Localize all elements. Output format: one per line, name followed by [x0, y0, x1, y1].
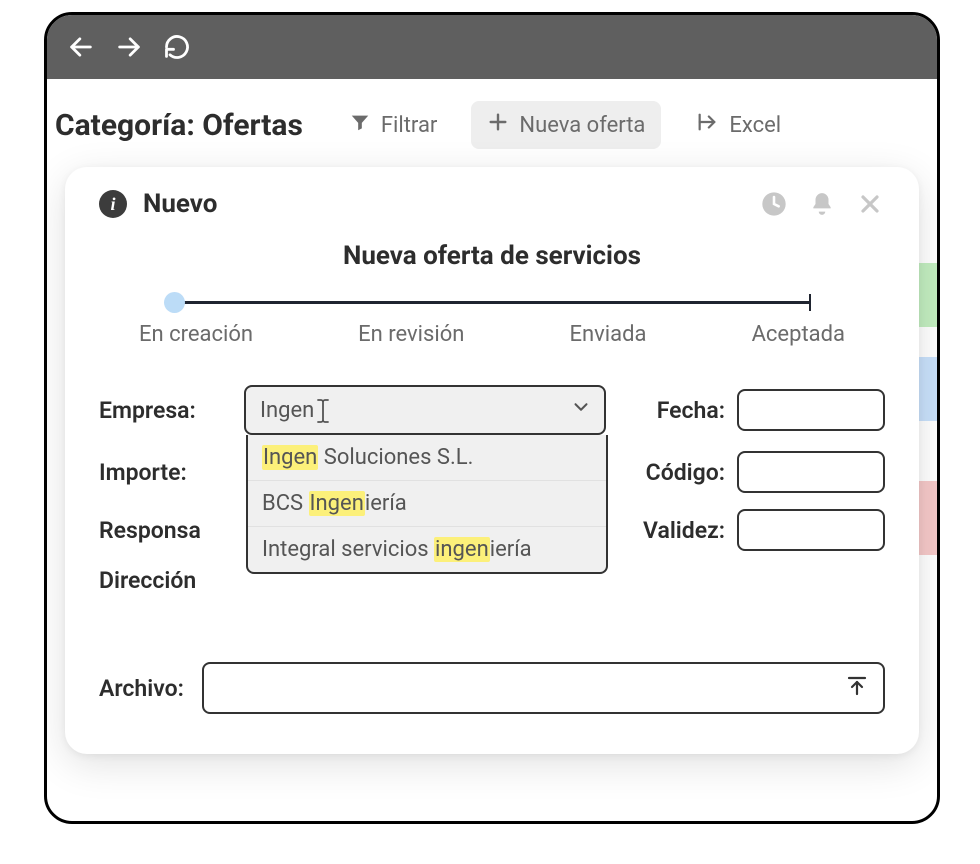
- chevron-down-icon: [570, 396, 592, 424]
- match-highlight: Ingen: [262, 445, 318, 470]
- step-label: Aceptada: [752, 322, 845, 347]
- upload-icon: [845, 674, 869, 702]
- close-icon[interactable]: [855, 189, 885, 219]
- empresa-dropdown: Ingen Soluciones S.L. BCS Ingeniería Int…: [246, 435, 608, 574]
- modal-title: Nuevo: [143, 189, 217, 219]
- step-label: En creación: [139, 322, 253, 347]
- stepper-knob[interactable]: [164, 292, 185, 313]
- validez-input[interactable]: [737, 509, 885, 551]
- label-importe: Importe:: [99, 459, 234, 486]
- label-archivo: Archivo:: [99, 675, 184, 702]
- step-label: Enviada: [570, 322, 647, 347]
- new-offer-modal: i Nuevo Nueva oferta de servicios: [65, 167, 919, 754]
- offer-form: Empresa: Ingen Ingen Soluciones S.L. BCS…: [99, 385, 885, 714]
- match-highlight: Ingen: [309, 491, 365, 516]
- filter-label: Filtrar: [381, 113, 438, 138]
- label-direccion: Dirección: [99, 567, 234, 594]
- modal-subtitle: Nueva oferta de servicios: [99, 241, 885, 271]
- browser-toolbar: [47, 15, 937, 79]
- plus-icon: [487, 111, 509, 139]
- history-icon[interactable]: [759, 189, 789, 219]
- filter-button[interactable]: Filtrar: [333, 101, 454, 149]
- forward-icon[interactable]: [115, 33, 143, 61]
- new-offer-label: Nueva oferta: [519, 113, 645, 138]
- bell-icon[interactable]: [807, 189, 837, 219]
- match-highlight: ingen: [434, 537, 490, 562]
- reload-icon[interactable]: [163, 33, 191, 61]
- codigo-input[interactable]: [737, 451, 885, 493]
- empresa-combobox[interactable]: Ingen Ingen Soluciones S.L. BCS Ingenier…: [244, 385, 606, 435]
- stepper-track[interactable]: [173, 301, 811, 304]
- empresa-input-value: Ingen: [260, 398, 314, 423]
- page-title: Categoría: Ofertas: [55, 108, 303, 143]
- step-label: En revisión: [358, 322, 464, 347]
- page-header: Categoría: Ofertas Filtrar Nueva oferta …: [47, 79, 937, 167]
- stepper-labels: En creación En revisión Enviada Aceptada: [139, 322, 845, 347]
- dropdown-option[interactable]: Ingen Soluciones S.L.: [248, 435, 606, 481]
- export-excel-button[interactable]: Excel: [679, 101, 797, 149]
- label-codigo: Código:: [646, 459, 725, 486]
- app-window: Categoría: Ofertas Filtrar Nueva oferta …: [44, 12, 940, 824]
- dropdown-option[interactable]: BCS Ingeniería: [248, 481, 606, 527]
- dropdown-option[interactable]: Integral servicios ingeniería: [248, 527, 606, 572]
- stepper: [173, 301, 811, 304]
- label-empresa: Empresa:: [99, 397, 234, 424]
- info-icon: i: [99, 190, 127, 218]
- label-validez: Validez:: [643, 517, 725, 544]
- back-icon[interactable]: [67, 33, 95, 61]
- fecha-input[interactable]: [737, 389, 885, 431]
- export-icon: [695, 111, 719, 139]
- label-fecha: Fecha:: [657, 397, 725, 424]
- text-cursor-icon: [316, 398, 330, 422]
- archivo-input[interactable]: [202, 662, 885, 714]
- filter-icon: [349, 111, 371, 139]
- excel-label: Excel: [729, 113, 781, 138]
- new-offer-button[interactable]: Nueva oferta: [471, 101, 661, 149]
- label-responsable: Responsa: [99, 517, 234, 544]
